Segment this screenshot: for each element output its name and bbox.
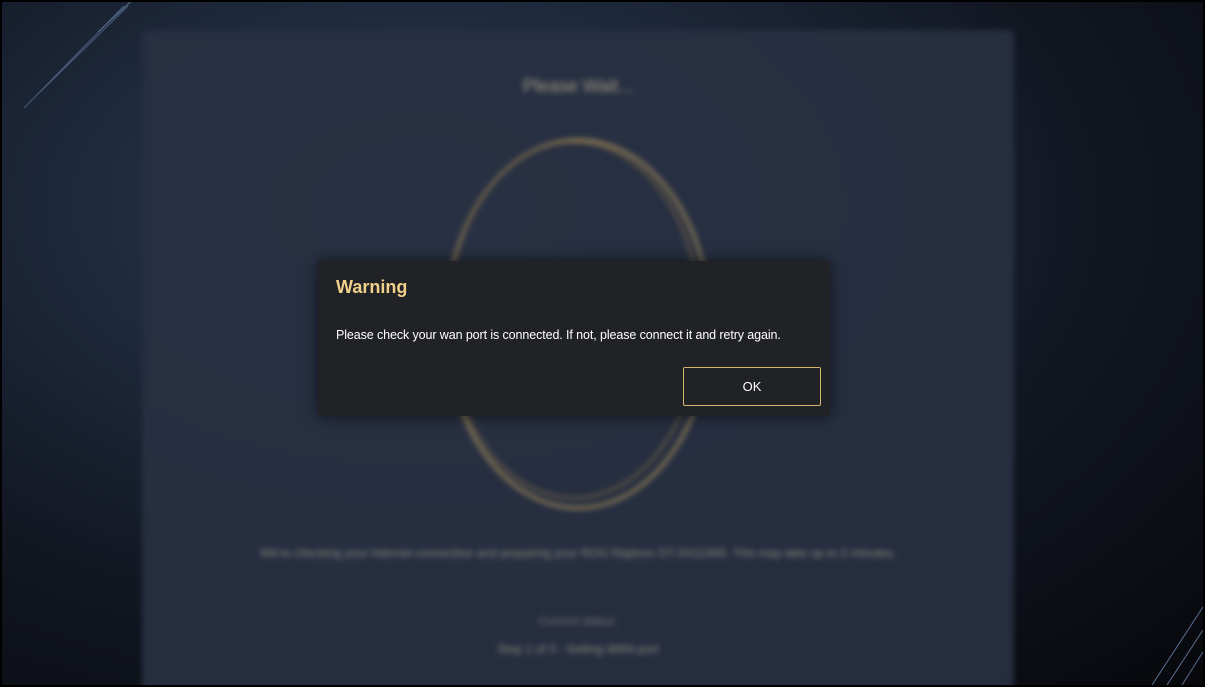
dialog-message: Please check your wan port is connected.… (336, 328, 781, 342)
screen: Please Wait... We're checking your Inter… (2, 2, 1203, 685)
current-status-label: Current status: (538, 614, 618, 628)
please-wait-title: Please Wait... (522, 76, 634, 96)
ok-button[interactable]: OK (683, 367, 821, 406)
warning-dialog: Warning Please check your wan port is co… (318, 261, 830, 416)
current-status-value: Step 1 of 3 - Setting WAN port (497, 642, 659, 656)
progress-description: We're checking your Internet connection … (260, 546, 896, 560)
dialog-title: Warning (336, 277, 408, 297)
